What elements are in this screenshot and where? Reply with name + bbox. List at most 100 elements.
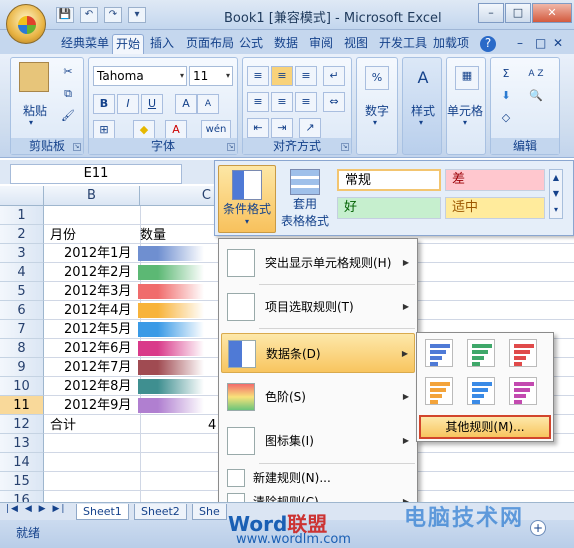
tab-review[interactable]: 审阅 bbox=[306, 34, 336, 54]
orientation-icon[interactable]: ↗ bbox=[299, 118, 321, 138]
cell-month[interactable]: 2012年6月 bbox=[64, 339, 131, 358]
menu-item-new-rule[interactable]: 新建规则(N)... bbox=[221, 467, 415, 489]
phonetic-button[interactable]: wén bbox=[201, 120, 231, 140]
doc-minimize-button[interactable]: – bbox=[514, 34, 526, 54]
data-bar-style-swatch[interactable] bbox=[425, 377, 453, 405]
align-top-icon[interactable]: ≡ bbox=[247, 66, 269, 86]
tab-formulas[interactable]: 公式 bbox=[236, 34, 266, 54]
cell-c2[interactable]: 数量 bbox=[140, 226, 166, 245]
cut-icon[interactable]: ✂ bbox=[57, 62, 79, 82]
sheet-tab-3[interactable]: She bbox=[192, 504, 227, 520]
select-all-corner[interactable] bbox=[0, 186, 44, 206]
cell-month[interactable]: 2012年2月 bbox=[64, 263, 131, 282]
align-left-icon[interactable]: ≡ bbox=[247, 92, 269, 112]
tab-view[interactable]: 视图 bbox=[341, 34, 371, 54]
copy-icon[interactable]: ⧉ bbox=[57, 84, 79, 104]
office-button[interactable] bbox=[6, 4, 46, 44]
save-icon[interactable]: 💾 bbox=[56, 7, 74, 23]
bold-button[interactable]: B bbox=[93, 94, 115, 114]
menu-item-highlight-rules[interactable]: 突出显示单元格规则(H) ▶ bbox=[221, 243, 415, 283]
row-header[interactable]: 12 bbox=[0, 415, 44, 434]
cell-month[interactable]: 2012年7月 bbox=[64, 358, 131, 377]
format-painter-icon[interactable]: 🖌 bbox=[57, 106, 79, 126]
align-middle-icon[interactable]: ≡ bbox=[271, 66, 293, 86]
data-bar-style-swatch[interactable] bbox=[467, 377, 495, 405]
doc-restore-button[interactable]: □ bbox=[532, 34, 549, 54]
conditional-format-button[interactable]: 条件格式 ▾ bbox=[218, 165, 276, 233]
group-cells[interactable]: ▦ 单元格 ▾ bbox=[446, 57, 486, 155]
other-rules-button[interactable]: 其他规则(M)... bbox=[419, 415, 551, 439]
data-bar-style-swatch[interactable] bbox=[467, 339, 495, 367]
data-bar-style-swatch[interactable] bbox=[509, 339, 537, 367]
underline-button[interactable]: U bbox=[141, 94, 163, 114]
menu-item-color-scales[interactable]: 色阶(S) ▶ bbox=[221, 377, 415, 417]
find-icon[interactable]: 🔍 bbox=[525, 86, 547, 106]
zoom-in-button[interactable]: + bbox=[530, 520, 546, 536]
help-icon[interactable]: ? bbox=[480, 36, 496, 52]
gallery-scroll[interactable]: ▲ ▼ ▾ bbox=[549, 169, 563, 219]
align-center-icon[interactable]: ≡ bbox=[271, 92, 293, 112]
row-header[interactable]: 14 bbox=[0, 453, 44, 472]
row-header[interactable]: 15 bbox=[0, 472, 44, 491]
decrease-indent-icon[interactable]: ⇤ bbox=[247, 118, 269, 138]
tab-data[interactable]: 数据 bbox=[271, 34, 301, 54]
sheet-tab-2[interactable]: Sheet2 bbox=[134, 504, 187, 520]
row-header[interactable]: 7 bbox=[0, 320, 44, 339]
menu-item-icon-sets[interactable]: 图标集(I) ▶ bbox=[221, 421, 415, 461]
tab-addins[interactable]: 加载项 bbox=[430, 34, 472, 54]
row-header[interactable]: 8 bbox=[0, 339, 44, 358]
font-name-combo[interactable]: Tahoma ▾ bbox=[93, 66, 187, 86]
restore-button[interactable]: □ bbox=[505, 3, 531, 23]
paste-label[interactable]: 粘贴 bbox=[23, 102, 47, 119]
menu-item-top-bottom-rules[interactable]: 项目选取规则(T) ▶ bbox=[221, 287, 415, 327]
minimize-button[interactable]: – bbox=[478, 3, 504, 23]
cell-b2[interactable]: 月份 bbox=[50, 226, 76, 245]
cell-month[interactable]: 2012年9月 bbox=[64, 396, 131, 415]
sort-filter-icon[interactable]: A Z bbox=[525, 64, 547, 84]
grow-font-button[interactable]: A bbox=[175, 94, 197, 114]
fill-icon[interactable]: ⬇ bbox=[495, 86, 517, 106]
clipboard-launcher-icon[interactable]: ↘ bbox=[73, 143, 81, 151]
cell-month[interactable]: 2012年3月 bbox=[64, 282, 131, 301]
clear-icon[interactable]: ◇ bbox=[495, 108, 517, 128]
style-normal[interactable]: 常规 bbox=[337, 169, 441, 191]
row-header[interactable]: 10 bbox=[0, 377, 44, 396]
row-header[interactable]: 5 bbox=[0, 282, 44, 301]
sheet-nav-buttons[interactable]: |◀ ◀ ▶ ▶| bbox=[6, 504, 66, 514]
alignment-launcher-icon[interactable]: ↘ bbox=[341, 143, 349, 151]
tab-page-layout[interactable]: 页面布局 bbox=[183, 34, 237, 54]
doc-close-button[interactable]: ✕ bbox=[550, 34, 566, 54]
cell-c12[interactable]: 4 bbox=[208, 416, 216, 435]
cell-b12[interactable]: 合计 bbox=[50, 416, 76, 435]
row-header[interactable]: 6 bbox=[0, 301, 44, 320]
cell-month[interactable]: 2012年8月 bbox=[64, 377, 131, 396]
wrap-text-icon[interactable]: ↵ bbox=[323, 66, 345, 86]
border-button[interactable]: ⊞ bbox=[93, 120, 115, 140]
paste-dropdown-icon[interactable]: ▾ bbox=[29, 118, 33, 127]
merge-center-icon[interactable]: ⇔ bbox=[323, 92, 345, 112]
font-size-combo[interactable]: 11 ▾ bbox=[189, 66, 233, 86]
style-good[interactable]: 好 bbox=[337, 197, 441, 219]
style-neutral[interactable]: 适中 bbox=[445, 197, 545, 219]
align-bottom-icon[interactable]: ≡ bbox=[295, 66, 317, 86]
data-bar-style-swatch[interactable] bbox=[425, 339, 453, 367]
format-as-table-button[interactable]: 套用 表格格式 bbox=[277, 165, 333, 233]
cell-month[interactable]: 2012年5月 bbox=[64, 320, 131, 339]
undo-icon[interactable]: ↶ bbox=[80, 7, 98, 23]
align-right-icon[interactable]: ≡ bbox=[295, 92, 317, 112]
tab-developer[interactable]: 开发工具 bbox=[376, 34, 430, 54]
style-bad[interactable]: 差 bbox=[445, 169, 545, 191]
fill-color-button[interactable]: ◆ bbox=[133, 120, 155, 140]
group-number[interactable]: % 数字 ▾ bbox=[356, 57, 398, 155]
customize-qat-icon[interactable]: ▾ bbox=[128, 7, 146, 23]
increase-indent-icon[interactable]: ⇥ bbox=[271, 118, 293, 138]
redo-icon[interactable]: ↷ bbox=[104, 7, 122, 23]
group-styles[interactable]: A 样式 ▾ bbox=[402, 57, 442, 155]
name-box[interactable]: E11 bbox=[10, 164, 182, 184]
font-launcher-icon[interactable]: ↘ bbox=[227, 143, 235, 151]
row-header[interactable]: 4 bbox=[0, 263, 44, 282]
cell-month[interactable]: 2012年4月 bbox=[64, 301, 131, 320]
row-header[interactable]: 9 bbox=[0, 358, 44, 377]
sheet-tab-1[interactable]: Sheet1 bbox=[76, 504, 129, 520]
column-header-c[interactable]: C bbox=[140, 186, 220, 206]
